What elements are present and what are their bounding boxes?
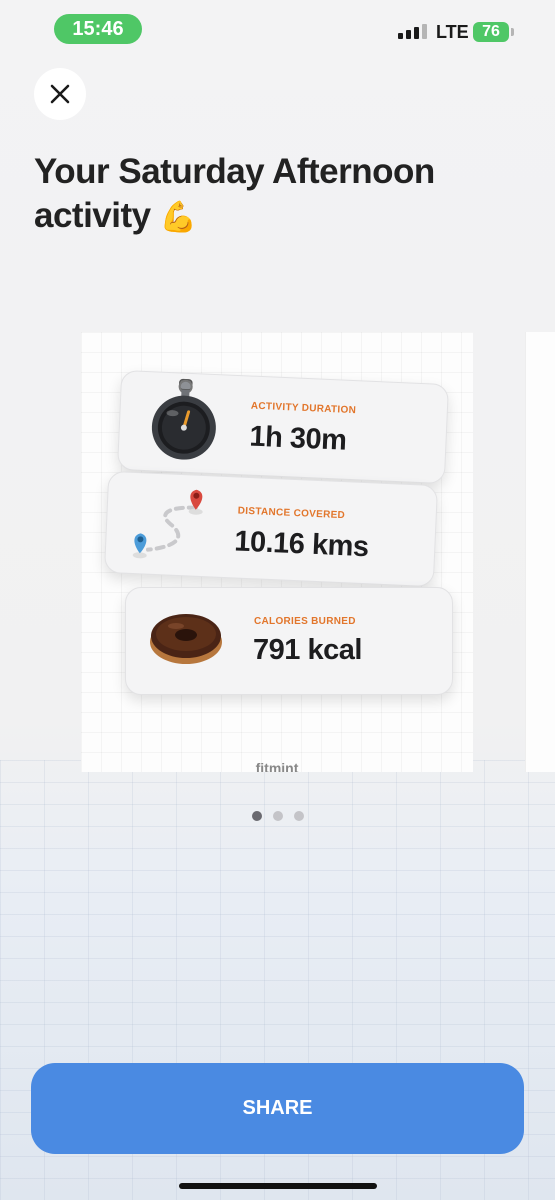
status-time: 15:46 xyxy=(54,14,142,44)
battery-level: 76 xyxy=(482,23,500,40)
stat-value: 10.16 kms xyxy=(233,525,370,564)
page-title: Your Saturday Afternoon activity 💪 xyxy=(34,150,534,240)
stat-value: 791 kcal xyxy=(253,634,362,666)
page-dot-active[interactable] xyxy=(252,811,262,821)
brand-logo: fitmint xyxy=(255,760,299,772)
battery-icon: 76 xyxy=(473,22,509,42)
home-indicator[interactable] xyxy=(179,1183,377,1189)
stat-card-calories: CALORIES BURNED 791 kcal xyxy=(125,587,453,695)
page-dot[interactable] xyxy=(273,811,283,821)
page-indicator xyxy=(252,811,304,821)
signal-icon xyxy=(398,24,427,39)
close-icon xyxy=(50,84,70,104)
network-type: LTE xyxy=(436,22,469,42)
stopwatch-icon xyxy=(151,378,216,460)
share-button-label: SHARE xyxy=(242,1097,313,1119)
close-button[interactable] xyxy=(34,68,86,120)
status-bar: 15:46 LTE 76 xyxy=(0,0,555,60)
activity-share-card[interactable]: ACTIVITY DURATION 1h 30m DISTANCE COVERE… xyxy=(81,332,473,772)
stat-label: CALORIES BURNED xyxy=(254,616,356,627)
stat-card-distance: DISTANCE COVERED 10.16 kms xyxy=(103,470,439,588)
battery-cap xyxy=(511,28,514,36)
next-card-peek[interactable] xyxy=(525,332,555,772)
stat-value: 1h 30m xyxy=(248,420,348,457)
flexed-biceps-icon: 💪 xyxy=(159,201,197,234)
page-dot[interactable] xyxy=(294,811,304,821)
stat-label: ACTIVITY DURATION xyxy=(250,400,357,417)
stat-card-duration: ACTIVITY DURATION 1h 30m xyxy=(116,369,450,485)
share-button[interactable]: SHARE xyxy=(31,1063,524,1154)
title-text: Your Saturday Afternoon activity xyxy=(34,152,435,235)
route-icon xyxy=(132,489,203,559)
stat-label: DISTANCE COVERED xyxy=(237,505,346,522)
donut-icon xyxy=(150,614,222,664)
